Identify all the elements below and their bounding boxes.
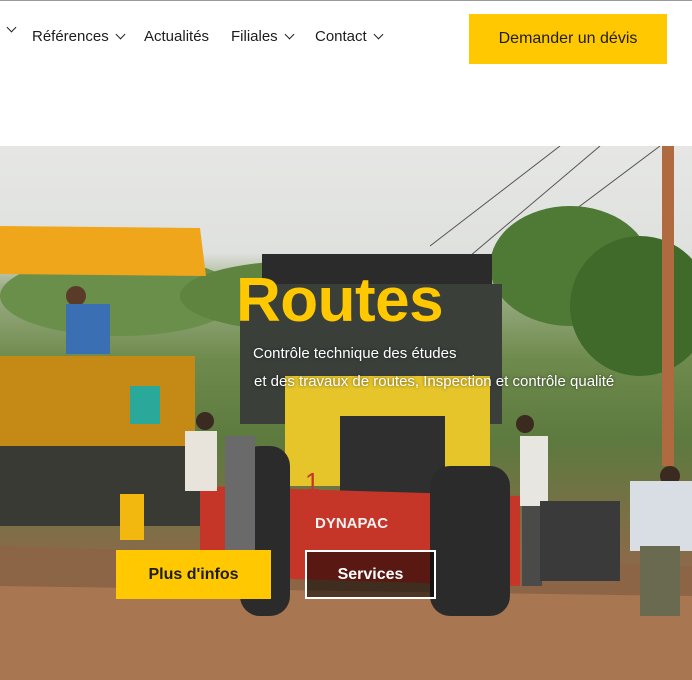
chevron-down-icon — [115, 29, 126, 40]
main-navigation: Références Actualités Filiales Contact D… — [0, 14, 692, 64]
hero-banner: DYNAPAC 1 Routes Contrôle technique des é… — [0, 146, 692, 680]
top-divider — [0, 0, 692, 1]
chevron-down-icon — [284, 29, 295, 40]
nav-item-contact[interactable]: Contact — [315, 28, 384, 45]
roller-number-text: 1 — [305, 467, 319, 497]
chevron-down-icon — [373, 29, 384, 40]
nav-item-references[interactable]: Références — [32, 28, 126, 45]
services-button[interactable]: Services — [305, 550, 436, 599]
nav-item-label: Actualités — [144, 28, 210, 45]
hero-title: Routes — [236, 266, 444, 335]
chevron-down-icon — [6, 22, 17, 33]
nav-item-label: Contact — [315, 28, 367, 45]
nav-item-previous[interactable] — [0, 22, 17, 33]
nav-item-label: Filiales — [231, 28, 278, 45]
hero-subtitle-line-2: et des travaux de routes, Inspection et … — [254, 373, 615, 390]
nav-item-filiales[interactable]: Filiales — [231, 28, 295, 45]
nav-item-label: Références — [32, 28, 109, 45]
nav-item-actualites[interactable]: Actualités — [144, 28, 209, 45]
roller-brand-text: DYNAPAC — [315, 515, 388, 532]
request-quote-button[interactable]: Demander un dévis — [469, 14, 667, 64]
more-info-button[interactable]: Plus d'infos — [116, 550, 271, 599]
hero-subtitle-line-1: Contrôle technique des études — [253, 345, 457, 362]
hero-background-image: DYNAPAC 1 — [0, 146, 692, 680]
